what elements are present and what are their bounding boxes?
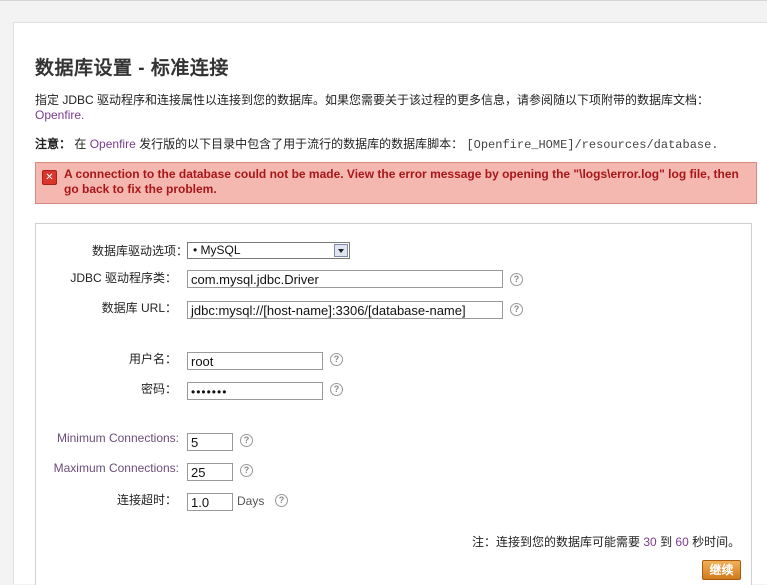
note-text: 注：连接到您的数据库可能需要	[472, 535, 641, 549]
jdbc-driver-input[interactable]: com.mysql.jdbc.Driver	[187, 270, 503, 288]
driver-label: 数据库驱动选项：	[91, 244, 188, 258]
url-label: 数据库 URL：	[101, 301, 177, 315]
min-connections-label: Minimum Connections:	[56, 431, 179, 445]
chevron-down-icon[interactable]	[334, 244, 348, 257]
note-min-seconds: 30	[643, 535, 657, 549]
note-max-seconds: 60	[675, 535, 689, 549]
error-banner: ✕ A connection to the database could not…	[35, 162, 757, 204]
min-connections-input[interactable]: 5	[187, 433, 233, 451]
note-text: 秒时间。	[692, 535, 741, 549]
driver-selected-value: • MySQL	[193, 243, 241, 257]
note-text-2: 发行版的以下目录中包含了用于流行的数据库的数据库脚本：	[139, 137, 464, 151]
max-connections-label: Maximum Connections:	[53, 461, 179, 475]
help-icon[interactable]: ?	[510, 273, 523, 286]
database-path: [Openfire_HOME]/resources/database.	[466, 138, 719, 152]
timeout-input[interactable]: 1.0	[187, 493, 233, 511]
help-icon[interactable]: ?	[240, 434, 253, 447]
help-icon[interactable]: ?	[240, 464, 253, 477]
username-label: 用户名：	[128, 352, 177, 366]
top-border	[0, 0, 767, 1]
note-text: 到	[660, 535, 673, 549]
password-label: 密码：	[140, 382, 177, 396]
intro-text: 指定 JDBC 驱动程序和连接属性以连接到您的数据库。如果您需要关于该过程的更多…	[35, 93, 710, 107]
username-input[interactable]: root	[187, 352, 323, 370]
continue-button[interactable]: 继续	[702, 560, 741, 580]
jdbc-label: JDBC 驱动程序类：	[70, 271, 177, 285]
password-input[interactable]: •••••••	[187, 382, 323, 400]
database-url-input[interactable]: jdbc:mysql://[host-name]:3306/[database-…	[187, 301, 503, 319]
content-page: 数据库设置 - 标准连接 指定 JDBC 驱动程序和连接属性以连接到您的数据库。…	[13, 22, 767, 585]
help-icon[interactable]: ?	[510, 303, 523, 316]
error-x-icon: ✕	[42, 170, 57, 185]
help-icon[interactable]: ?	[330, 353, 343, 366]
error-message: A connection to the database could not b…	[64, 167, 739, 196]
max-connections-input[interactable]: 25	[187, 463, 233, 481]
connection-time-note: 注：连接到您的数据库可能需要 30 到 60 秒时间。	[472, 533, 740, 550]
note-label: 注意：	[35, 137, 72, 151]
scripts-note: 注意： 在 Openfire 发行版的以下目录中包含了用于流行的数据库的数据库脚…	[35, 135, 719, 152]
openfire-docs-link[interactable]: Openfire.	[35, 108, 84, 122]
help-icon[interactable]: ?	[330, 383, 343, 396]
intro-paragraph: 指定 JDBC 驱动程序和连接属性以连接到您的数据库。如果您需要关于该过程的更多…	[35, 93, 755, 123]
note-text-1: 在	[74, 137, 87, 151]
help-icon[interactable]: ?	[275, 494, 288, 507]
timeout-unit: Days	[237, 494, 265, 508]
page-title: 数据库设置 - 标准连接	[35, 58, 229, 79]
openfire-link[interactable]: Openfire	[90, 137, 136, 151]
timeout-label: 连接超时：	[116, 493, 177, 507]
driver-select[interactable]: • MySQL	[187, 242, 350, 259]
